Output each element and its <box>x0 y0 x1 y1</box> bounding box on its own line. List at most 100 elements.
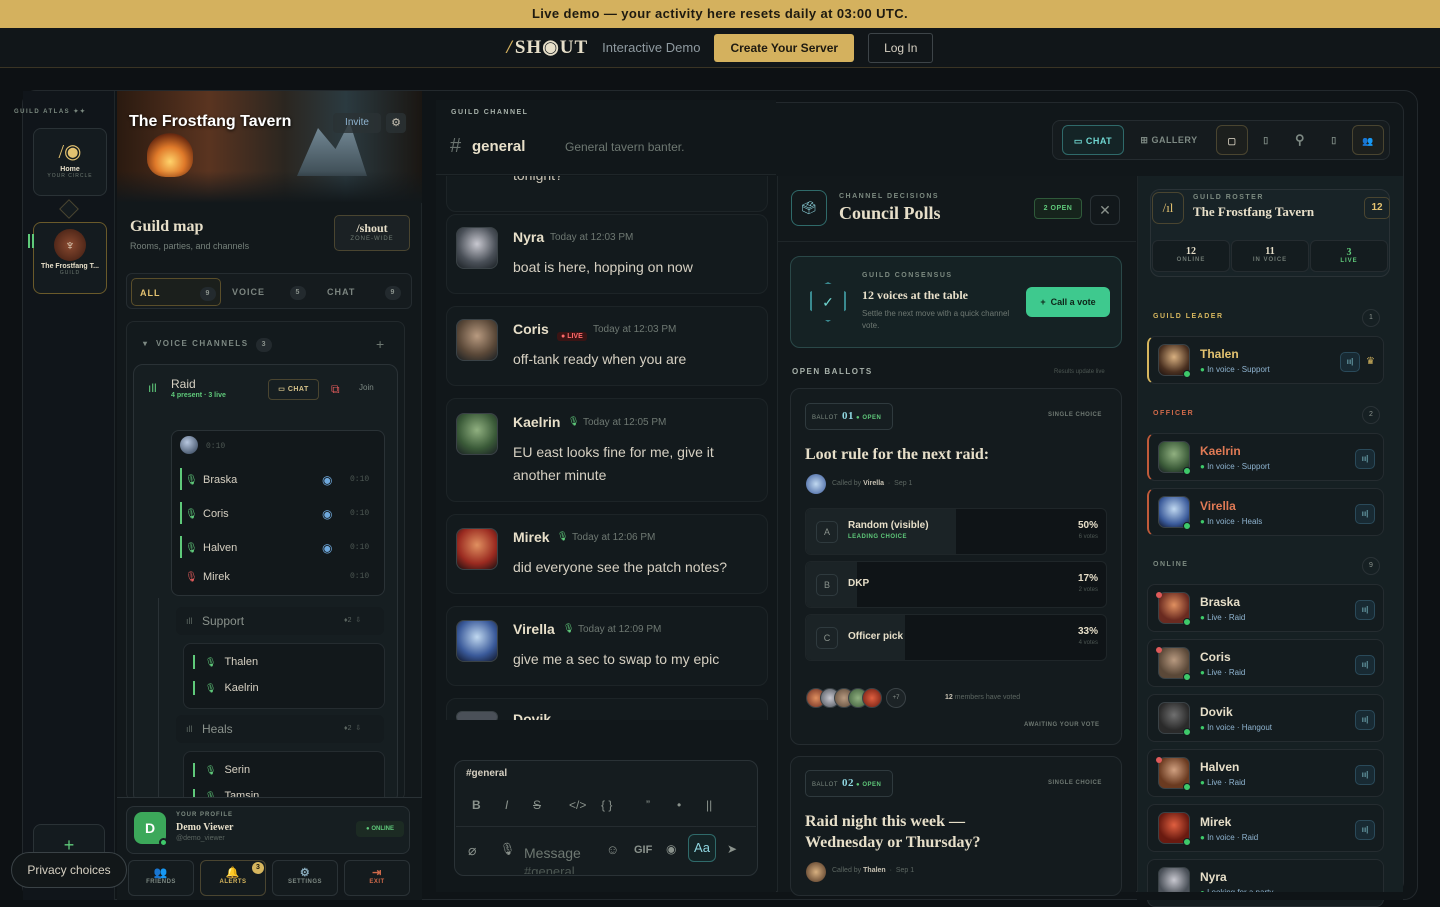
heals-channel[interactable]: ıll Heals ♦2 ⇩ <box>176 715 384 743</box>
pin-icon[interactable]: ▯ <box>1252 125 1280 155</box>
message-author[interactable]: Kaelrin <box>513 414 560 430</box>
members-icon[interactable]: 👥 <box>1352 125 1384 155</box>
raid-member[interactable]: 🎙 Braska 0:10 <box>185 474 369 486</box>
code-button[interactable]: </> <box>569 798 586 812</box>
tab-chat[interactable]: CHAT 9 <box>319 278 409 306</box>
watching-eye-icon[interactable]: ◉ <box>322 541 332 555</box>
message-author[interactable]: Mirek <box>513 529 550 545</box>
close-icon[interactable]: ✕ <box>1090 195 1120 225</box>
mic-icon: 🎙 <box>185 543 198 554</box>
avatar[interactable] <box>456 319 498 361</box>
message-author[interactable]: Virella <box>513 621 555 637</box>
login-button[interactable]: Log In <box>868 32 934 63</box>
italic-button[interactable]: I <box>505 798 508 812</box>
quote-button[interactable]: ” <box>646 798 650 812</box>
member-status: ● In voice · Raid <box>1200 833 1259 842</box>
raid-chat-button[interactable]: ▭ CHAT <box>268 379 319 400</box>
mic-icon: 🎙 <box>205 764 217 775</box>
voice-wave-icon[interactable]: ıı| <box>1355 449 1375 469</box>
view-chat-toggle[interactable]: ▭ CHAT <box>1062 125 1124 155</box>
member-status: ● In voice · Heals <box>1200 517 1263 526</box>
support-member[interactable]: 🎙 Kaelrin <box>193 681 259 695</box>
avatar[interactable] <box>456 528 498 570</box>
consensus-title: 12 voices at the table <box>862 288 968 302</box>
mic-icon[interactable]: 🎙 <box>500 842 515 856</box>
awaiting-vote-label: AWAITING YOUR VOTE <box>1024 722 1100 728</box>
tab-voice[interactable]: VOICE 5 <box>224 278 314 306</box>
ballot-option[interactable]: A Random (visible) LEADING CHOICE 50% 6 vote… <box>805 508 1107 555</box>
eye-icon[interactable]: ◉ <box>666 842 676 856</box>
voice-wave-icon[interactable]: ıı| <box>1355 600 1375 620</box>
text-format-toggle[interactable]: Aa <box>688 834 716 862</box>
stream-icon[interactable]: ⧉ <box>331 382 340 397</box>
ballot-option[interactable]: B DKP 17% 2 votes <box>805 561 1107 608</box>
message-author[interactable]: Coris <box>513 321 549 337</box>
voice-wave-icon[interactable]: ıı| <box>1355 655 1375 675</box>
avatar[interactable] <box>456 227 498 269</box>
codeblock-button[interactable]: { } <box>601 798 612 812</box>
status-badge[interactable]: ● ONLINE <box>356 821 404 837</box>
message-text: give me a sec to swap to my epic <box>513 651 720 667</box>
spoiler-button[interactable]: || <box>706 798 712 812</box>
add-channel-icon[interactable]: + <box>376 336 384 352</box>
member-name: Kaelrin <box>1200 444 1241 458</box>
bold-button[interactable]: B <box>472 798 481 812</box>
list-button[interactable]: • <box>677 798 681 812</box>
emoji-icon[interactable]: ☺ <box>606 842 619 857</box>
voice-wave-icon[interactable]: ıı| <box>1355 765 1375 785</box>
gif-button[interactable]: GIF <box>634 844 652 856</box>
attach-icon[interactable]: ⌀ <box>468 842 476 859</box>
view-gallery-toggle[interactable]: ⊞ GALLERY <box>1130 125 1208 155</box>
guild-settings-gear-icon[interactable]: ⚙ <box>386 113 406 133</box>
message-input[interactable]: Message <box>524 845 581 861</box>
ballot-option[interactable]: C Officer pick 33% 4 votes <box>805 614 1107 661</box>
message-text: did everyone see the patch notes? <box>513 559 728 575</box>
panel-toggle-icon[interactable]: ▢ <box>1216 125 1248 155</box>
raid-member[interactable]: 🎙 Mirek 0:10 <box>185 571 369 583</box>
avatar[interactable] <box>456 620 498 662</box>
inbox-icon[interactable]: ▯ <box>1320 125 1348 155</box>
heals-member[interactable]: 🎙 Serin <box>193 763 250 777</box>
voice-wave-icon: ıll <box>186 616 193 626</box>
message-author[interactable]: Nyra <box>513 229 544 245</box>
avatar[interactable] <box>456 413 498 455</box>
voice-wave-icon[interactable]: ıı| <box>1340 352 1360 372</box>
member-name: Mirek <box>1200 815 1232 829</box>
nav-settings[interactable]: ⚙ SETTINGS <box>272 860 338 896</box>
shout-logo[interactable]: / SH◉UT <box>507 36 589 59</box>
member-status: ● In voice · Support <box>1200 365 1270 374</box>
strike-button[interactable]: S <box>533 798 541 812</box>
voice-wave-icon[interactable]: ıı| <box>1355 504 1375 524</box>
rail-home[interactable]: /◉ Home YOUR CIRCLE <box>33 128 107 196</box>
voice-wave-icon[interactable]: ıı| <box>1355 820 1375 840</box>
guild-crest-icon: ♆ <box>54 229 86 261</box>
roster-count-badge: 12 <box>1364 197 1390 219</box>
create-server-button[interactable]: Create Your Server <box>714 33 855 62</box>
privacy-choices-button[interactable]: Privacy choices <box>11 852 127 888</box>
search-icon[interactable]: ⚲ <box>1286 125 1314 155</box>
tab-all[interactable]: ALL 9 <box>131 278 221 306</box>
voice-channels-header[interactable]: ▾ VOICE CHANNELS 3 <box>143 338 273 352</box>
raid-member[interactable]: 🎙 Coris 0:10 <box>185 508 369 520</box>
section-officer: OFFICER <box>1153 410 1195 417</box>
raid-member[interactable]: 🎙 Halven 0:10 <box>185 542 369 554</box>
invite-button[interactable]: Invite <box>333 113 381 133</box>
message-input-hint: #general <box>524 864 575 874</box>
grid-icon: ⊞ <box>1140 135 1149 145</box>
raid-join-button[interactable]: Join <box>359 383 374 392</box>
ballot-kind: SINGLE CHOICE <box>1048 780 1102 786</box>
voice-mic-icon: 🎙 <box>557 531 569 541</box>
send-icon[interactable]: ➤ <box>727 842 737 856</box>
watching-eye-icon[interactable]: ◉ <box>322 507 332 521</box>
call-vote-button[interactable]: + Call a vote <box>1026 287 1110 317</box>
rail-guild-label: The Frostfang T... <box>41 263 99 270</box>
support-member[interactable]: 🎙 Thalen <box>193 655 258 669</box>
shout-zone-button[interactable]: /shout ZONE-WIDE <box>334 215 410 251</box>
watching-eye-icon[interactable]: ◉ <box>322 473 332 487</box>
support-channel[interactable]: ıll Support ♦2 ⇩ <box>176 607 384 635</box>
section-count: 9 <box>1362 557 1380 575</box>
nav-exit[interactable]: ⇥ EXIT <box>344 860 410 896</box>
voice-wave-icon[interactable]: ıı| <box>1355 710 1375 730</box>
rail-guild[interactable]: ♆ The Frostfang T... GUILD <box>33 222 107 294</box>
nav-friends[interactable]: 👥 FRIENDS <box>128 860 194 896</box>
